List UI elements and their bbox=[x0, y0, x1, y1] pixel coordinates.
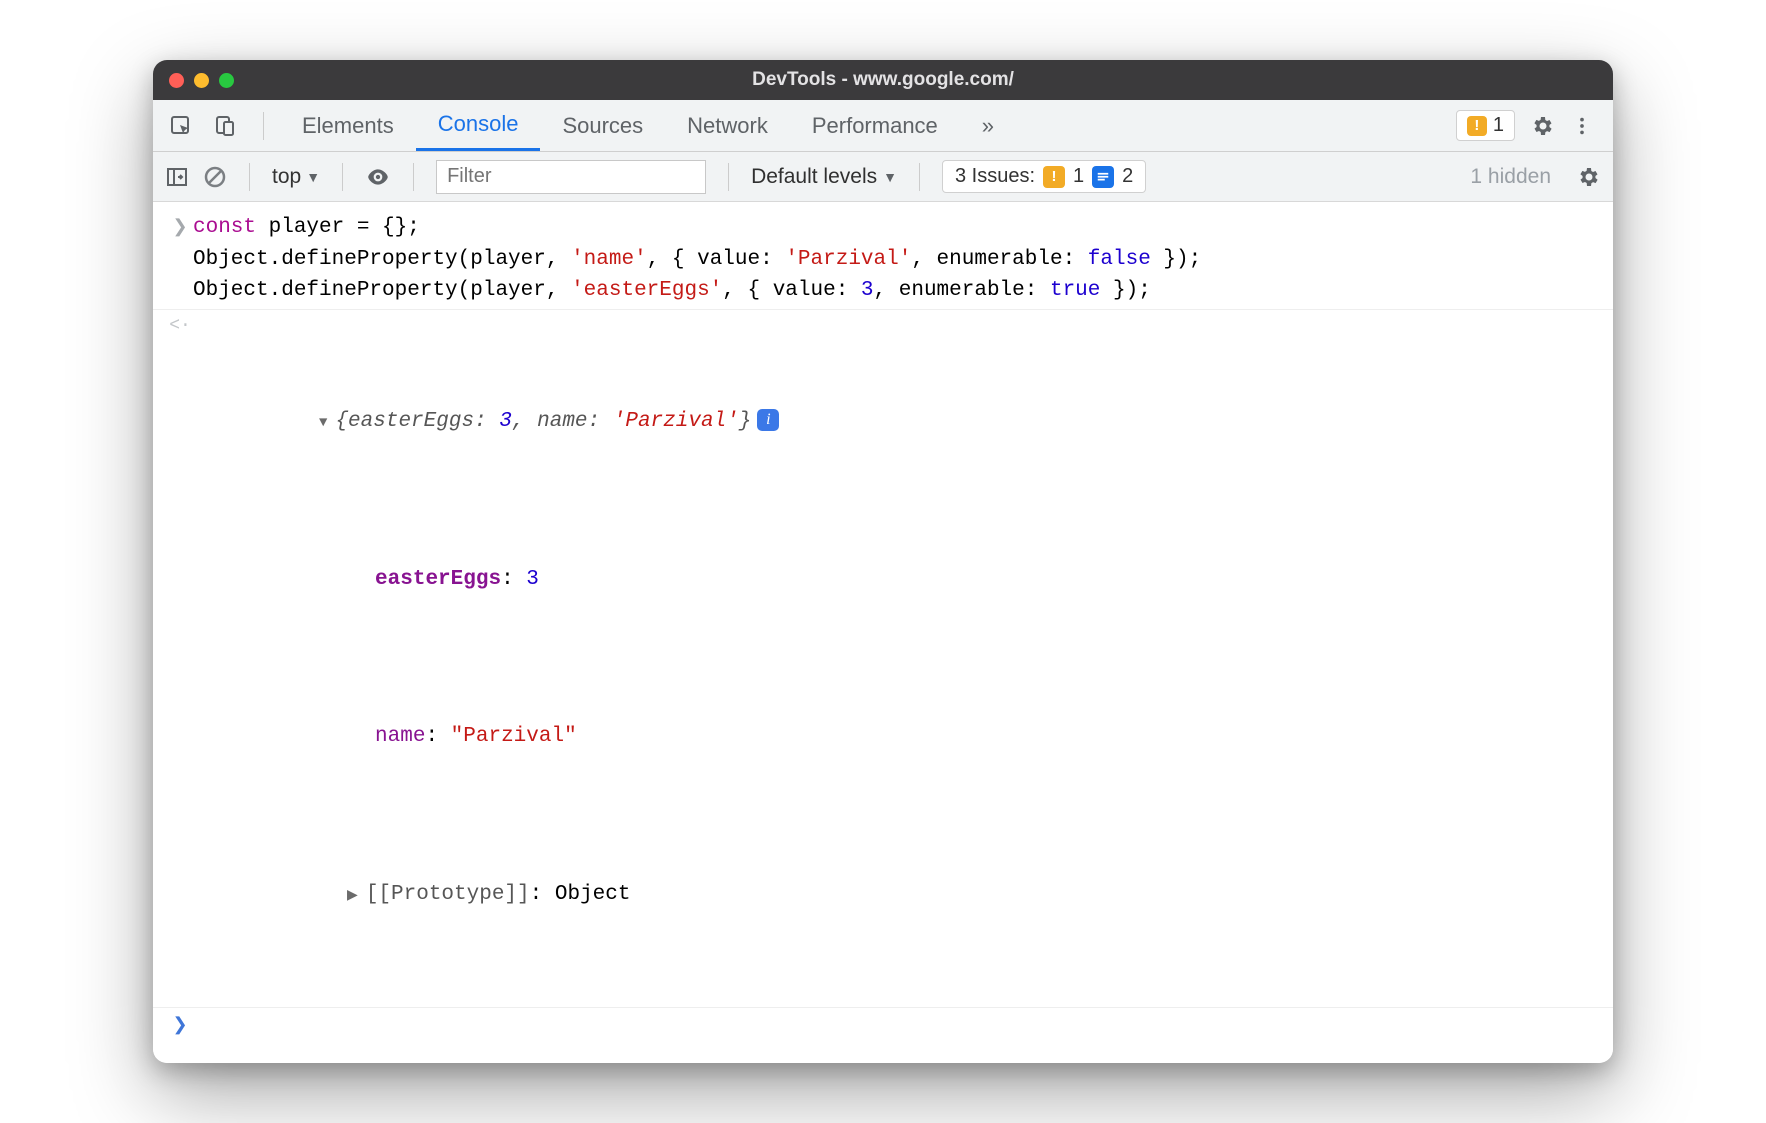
more-menu-icon[interactable] bbox=[1569, 113, 1595, 139]
chevron-down-icon: ▼ bbox=[883, 169, 897, 185]
console-prompt-row[interactable]: ❯ bbox=[153, 1007, 1613, 1044]
issues-info-count: 2 bbox=[1122, 165, 1133, 188]
log-levels-selector[interactable]: Default levels ▼ bbox=[751, 165, 897, 189]
console-toolbar: top ▼ Default levels ▼ 3 Issues: ! 1 2 1… bbox=[153, 152, 1613, 202]
issues-chip[interactable]: 3 Issues: ! 1 2 bbox=[942, 160, 1146, 193]
console-input-code: const player = {}; Object.defineProperty… bbox=[193, 212, 1201, 307]
panel-tabs: Elements Console Sources Network Perform… bbox=[280, 100, 1016, 151]
hidden-messages-label: 1 hidden bbox=[1470, 165, 1551, 189]
console-result-row: <· ▼{easterEggs: 3, name: 'Parzival'}i e… bbox=[153, 309, 1613, 1007]
window-titlebar: DevTools - www.google.com/ bbox=[153, 60, 1613, 100]
disclosure-open-icon[interactable]: ▼ bbox=[319, 413, 327, 434]
separator bbox=[263, 112, 264, 140]
minimize-window-button[interactable] bbox=[194, 73, 209, 88]
levels-label: Default levels bbox=[751, 165, 877, 189]
separator bbox=[919, 163, 920, 191]
result-object[interactable]: ▼{easterEggs: 3, name: 'Parzival'}i east… bbox=[193, 312, 779, 1005]
prompt-marker-icon: ❯ bbox=[167, 1010, 193, 1036]
context-label: top bbox=[272, 165, 301, 189]
maximize-window-button[interactable] bbox=[219, 73, 234, 88]
warning-icon: ! bbox=[1467, 116, 1487, 136]
input-marker-icon: ❯ bbox=[167, 212, 193, 238]
tabs-overflow-button[interactable]: » bbox=[960, 100, 1016, 151]
panel-tabbar: Elements Console Sources Network Perform… bbox=[153, 100, 1613, 152]
inspect-element-icon[interactable] bbox=[167, 112, 195, 140]
object-property: easterEggs: 3 bbox=[193, 532, 779, 627]
filter-input[interactable] bbox=[436, 160, 706, 194]
disclosure-closed-icon[interactable]: ▶ bbox=[347, 886, 358, 907]
console-prompt-input[interactable] bbox=[193, 1010, 206, 1042]
console-messages: ❯ const player = {}; Object.defineProper… bbox=[153, 202, 1613, 1063]
show-console-sidebar-icon[interactable] bbox=[165, 165, 189, 189]
warning-icon: ! bbox=[1043, 166, 1065, 188]
separator bbox=[342, 163, 343, 191]
separator bbox=[249, 163, 250, 191]
object-prototype[interactable]: ▶[[Prototype]]: Object bbox=[193, 847, 779, 942]
warnings-count: 1 bbox=[1493, 114, 1504, 137]
info-icon bbox=[1092, 166, 1114, 188]
output-marker-icon: <· bbox=[167, 312, 193, 336]
separator bbox=[413, 163, 414, 191]
live-expression-icon[interactable] bbox=[365, 164, 391, 190]
issues-label: 3 Issues: bbox=[955, 165, 1035, 188]
tab-console[interactable]: Console bbox=[416, 100, 541, 151]
device-toolbar-icon[interactable] bbox=[211, 112, 239, 140]
clear-console-icon[interactable] bbox=[203, 165, 227, 189]
object-property: name: "Parzival" bbox=[193, 690, 779, 785]
tab-network[interactable]: Network bbox=[665, 100, 790, 151]
console-input-row: ❯ const player = {}; Object.defineProper… bbox=[153, 210, 1613, 309]
execution-context-selector[interactable]: top ▼ bbox=[272, 165, 320, 189]
warnings-chip[interactable]: ! 1 bbox=[1456, 110, 1515, 141]
info-icon[interactable]: i bbox=[757, 409, 779, 431]
console-settings-icon[interactable] bbox=[1575, 164, 1601, 190]
tab-performance[interactable]: Performance bbox=[790, 100, 960, 151]
tab-sources[interactable]: Sources bbox=[540, 100, 665, 151]
separator bbox=[728, 163, 729, 191]
close-window-button[interactable] bbox=[169, 73, 184, 88]
chevron-down-icon: ▼ bbox=[306, 169, 320, 185]
settings-icon[interactable] bbox=[1529, 113, 1555, 139]
devtools-window: DevTools - www.google.com/ Elements Cons… bbox=[153, 60, 1613, 1063]
tab-elements[interactable]: Elements bbox=[280, 100, 416, 151]
traffic-lights bbox=[153, 73, 234, 88]
window-title: DevTools - www.google.com/ bbox=[752, 69, 1014, 91]
issues-warn-count: 1 bbox=[1073, 165, 1084, 188]
